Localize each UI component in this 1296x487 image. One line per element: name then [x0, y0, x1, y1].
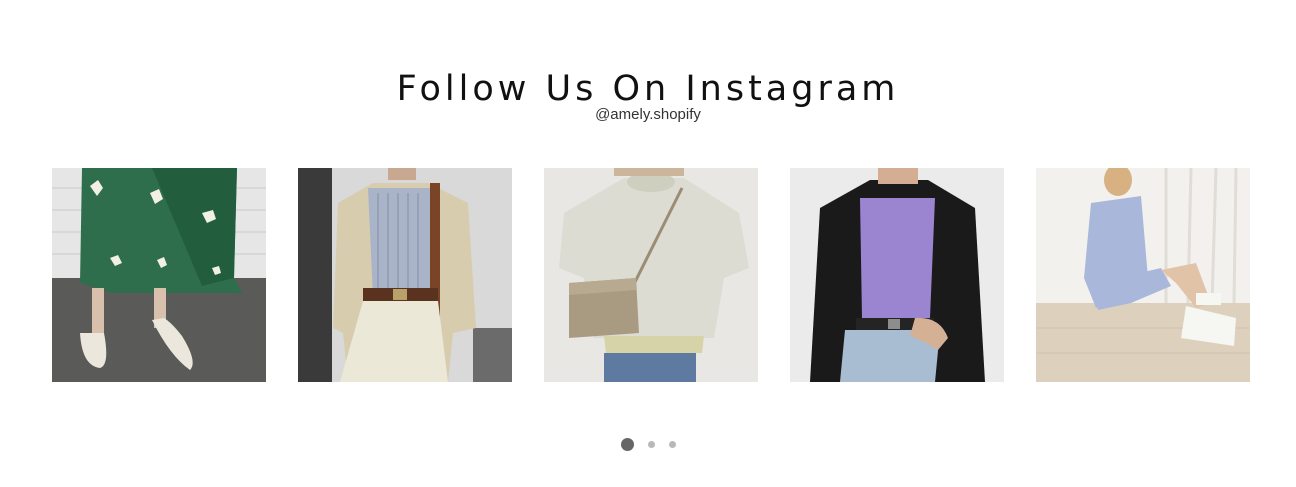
instagram-post-3[interactable]	[544, 168, 758, 382]
instagram-post-5[interactable]	[1036, 168, 1250, 382]
instagram-post-2[interactable]	[298, 168, 512, 382]
carousel-dot-3[interactable]	[668, 440, 676, 448]
instagram-section: Follow Us On Instagram @amely.shopify	[0, 0, 1296, 487]
carousel-dot-1[interactable]	[620, 437, 634, 451]
instagram-post-1[interactable]	[52, 168, 266, 382]
instagram-handle[interactable]: @amely.shopify	[0, 106, 1296, 123]
post-image-cream-sweater	[544, 168, 758, 382]
post-image-green-dress	[52, 168, 266, 382]
carousel-dot-2[interactable]	[647, 440, 655, 448]
instagram-post-4[interactable]	[790, 168, 1004, 382]
post-image-blue-pajama	[1036, 168, 1250, 382]
post-image-beige-blazer	[298, 168, 512, 382]
post-image-black-blazer	[790, 168, 1004, 382]
carousel-pagination	[0, 436, 1296, 452]
section-title: Follow Us On Instagram	[396, 69, 900, 110]
